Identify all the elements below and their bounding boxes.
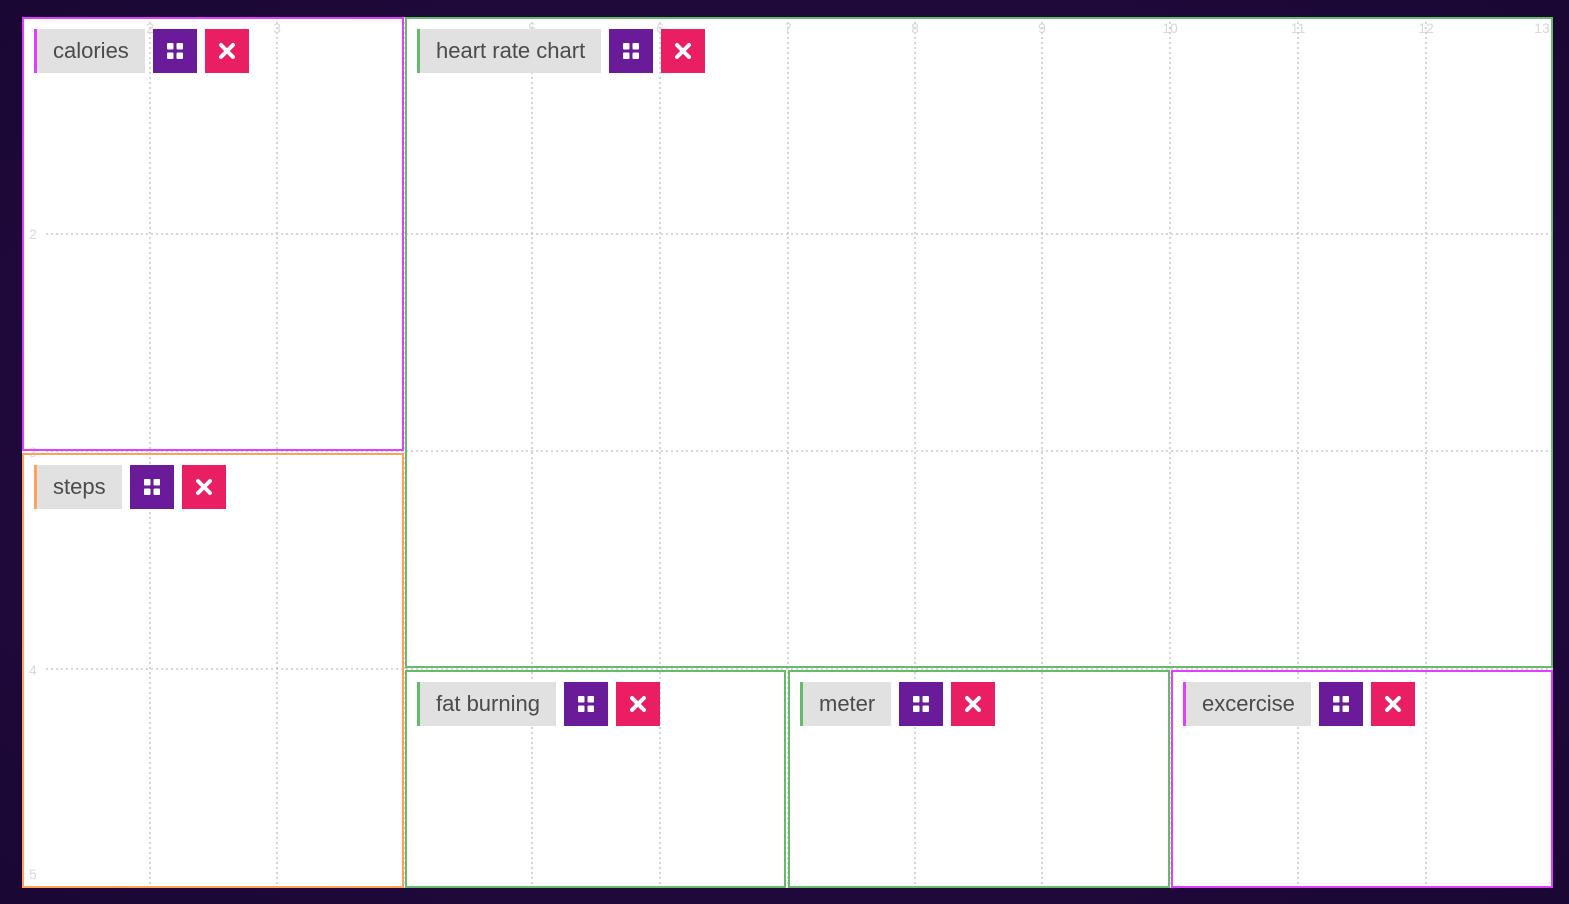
widget-steps: steps [22, 453, 404, 888]
widget-header: heart rate chart [417, 29, 706, 73]
move-button[interactable] [609, 29, 654, 73]
grid-icon [1332, 696, 1349, 712]
widget-excercise: excercise [1171, 670, 1553, 888]
grid-icon [166, 43, 183, 59]
close-button[interactable] [951, 682, 996, 726]
widget-meter: meter [788, 670, 1170, 888]
grid-icon [577, 696, 594, 712]
widget-title-excercise: excercise [1183, 682, 1311, 726]
close-icon [195, 479, 212, 495]
widget-calories: calories [22, 17, 404, 451]
widget-title-steps: steps [34, 465, 122, 509]
dashboard-grid: 2 3 5 6 7 8 9 10 11 12 13 2 3 4 5 calories heart ra [22, 17, 1553, 888]
widget-header: excercise [1183, 682, 1415, 726]
widget-header: steps [34, 465, 226, 509]
widget-fat-burning: fat burning [405, 670, 786, 888]
widget-title-fat-burning: fat burning [417, 682, 556, 726]
move-button[interactable] [1318, 682, 1363, 726]
widget-header: fat burning [417, 682, 660, 726]
widget-title-meter: meter [800, 682, 892, 726]
widget-title-heart-rate-chart: heart rate chart [417, 29, 602, 73]
widget-heart-rate-chart: heart rate chart [405, 17, 1553, 668]
close-button[interactable] [181, 465, 226, 509]
move-button[interactable] [129, 465, 174, 509]
close-icon [218, 43, 235, 59]
grid-icon [143, 479, 160, 495]
close-button[interactable] [661, 29, 706, 73]
grid-icon [623, 43, 640, 59]
widget-header: meter [800, 682, 996, 726]
close-button[interactable] [615, 682, 660, 726]
move-button[interactable] [563, 682, 608, 726]
close-button[interactable] [1370, 682, 1415, 726]
close-icon [1384, 696, 1401, 712]
close-button[interactable] [204, 29, 249, 73]
close-icon [965, 696, 982, 712]
grid-icon [913, 696, 930, 712]
move-button[interactable] [152, 29, 197, 73]
widget-header: calories [34, 29, 249, 73]
close-icon [629, 696, 646, 712]
widget-title-calories: calories [34, 29, 145, 73]
close-icon [675, 43, 692, 59]
move-button[interactable] [899, 682, 944, 726]
